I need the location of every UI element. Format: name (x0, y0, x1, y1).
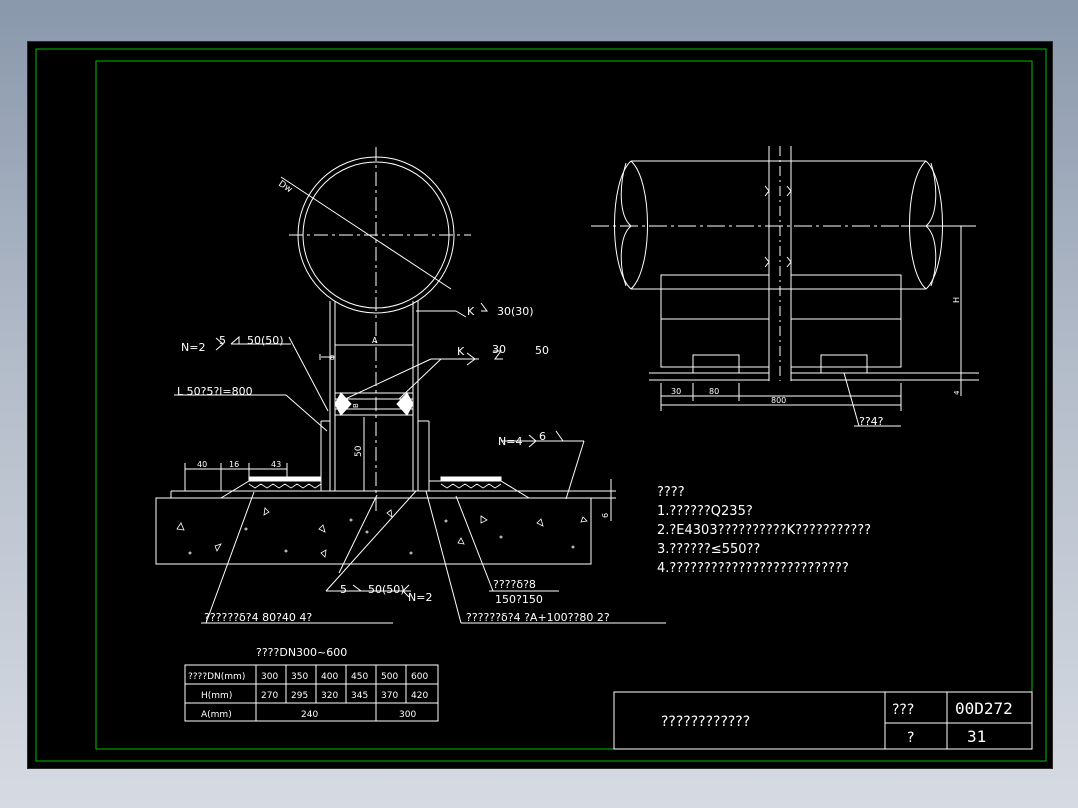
weld-n2-label: N=2 (181, 341, 205, 354)
table-cell-r1c5: 370 (381, 691, 398, 701)
dim-4-label: 4 (953, 390, 961, 395)
table-a-value1: 240 (301, 710, 318, 720)
diameter-label: Dw (276, 179, 293, 195)
notes-title: ???? (657, 485, 685, 500)
table-cell-r1c3: 320 (321, 691, 338, 701)
right-view-labels: H 4 30 80 800 ??4? (671, 297, 961, 428)
title-drawing-name: ???????????? (661, 714, 750, 730)
weld-k-value: 30(30) (497, 305, 534, 318)
dim-800-label: 800 (771, 396, 786, 405)
k-right-value2: 50 (535, 344, 549, 357)
dim-6-label: 6 (601, 513, 610, 518)
plate-label-1: ????δ?8 (493, 578, 536, 591)
dim-b-label: B (352, 403, 360, 408)
note-item-4: 4.?????????????????????????? (657, 561, 849, 576)
table-cell-r1c1: 270 (261, 691, 278, 701)
title-label-1: ??? (892, 702, 914, 718)
table-cell-r0c0: ????DN(mm) (188, 672, 245, 682)
table-a-value2: 300 (399, 710, 416, 720)
dim-80-label: 80 (709, 387, 719, 396)
note-item-2: 2.?E4303??????????K??????????? (657, 523, 871, 538)
weld-bottom-size: 5 (340, 583, 347, 596)
table-cell-r0c6: 600 (411, 672, 428, 682)
plate-label-2: 150?150 (495, 593, 543, 606)
weld-bottom-value: 50(50) (368, 583, 405, 596)
table-cell-r1c0: H(mm) (201, 691, 232, 701)
n4-label: N=4 (498, 435, 522, 448)
table-title: ????DN300~600 (256, 646, 347, 659)
dimension-table: ????DN300~600 ????DN(mm) 300 350 400 450… (184, 646, 439, 722)
table-cell-r1c4: 345 (351, 691, 368, 701)
dim-8-label: 8 (330, 354, 334, 362)
dim-16-label: 16 (229, 460, 239, 469)
bottom-label-left: ??????δ?4 80?40 4? (204, 611, 312, 624)
table-a-label: A(mm) (201, 710, 232, 720)
dim-40-label: 40 (197, 460, 207, 469)
cad-drawing: Dw K 30(30) N=2 5 50(50) L 50?5?l=800 8 … (35, 48, 1047, 762)
dim-30-label: 30 (671, 387, 681, 396)
notes: ???? 1.??????Q235? 2.?E4303??????????K??… (657, 485, 871, 576)
table-cell-r0c4: 450 (351, 672, 368, 682)
table-cell-r1c6: 420 (411, 691, 428, 701)
title-value-2: 31 (967, 727, 986, 746)
note-item-1: 1.??????Q235? (657, 504, 753, 519)
dim-h-label: H (952, 297, 961, 303)
left-view-labels: Dw K 30(30) N=2 5 50(50) L 50?5?l=800 8 … (177, 179, 610, 624)
title-block: ???????????? ??? 00D272 ? 31 (613, 691, 1033, 750)
table-cell-r0c2: 350 (291, 672, 308, 682)
concrete-foundation (155, 497, 592, 565)
n4-value: 6 (539, 430, 546, 443)
k-right-value: 30 (492, 343, 506, 356)
note-item-3: 3.??????≤550?? (657, 542, 760, 557)
table-cell-r0c1: 300 (261, 672, 278, 682)
table-cell-r1c2: 295 (291, 691, 308, 701)
table-cell-r0c5: 500 (381, 672, 398, 682)
title-label-2: ? (907, 730, 914, 746)
angle-steel-label: L 50?5?l=800 (177, 385, 253, 398)
weld-bottom-n: N=2 (408, 591, 432, 604)
table-cell-r0c3: 400 (321, 672, 338, 682)
dim-50-label: 50 (354, 445, 364, 457)
weld-n2-value: 50(50) (247, 334, 284, 347)
right-view (591, 146, 979, 427)
title-value-1: 00D272 (955, 699, 1013, 718)
part-label: ??4? (859, 415, 884, 428)
k-right-label: K (457, 345, 465, 358)
weld-k-label: K (467, 305, 475, 318)
drawing-sheet: Dw K 30(30) N=2 5 50(50) L 50?5?l=800 8 … (27, 41, 1053, 769)
dim-43-label: 43 (271, 460, 281, 469)
weld-n2-size: 5 (219, 334, 226, 347)
bottom-label-right: ??????δ?4 ?A+100??80 2? (466, 611, 610, 624)
dim-a-label: A (372, 336, 378, 345)
